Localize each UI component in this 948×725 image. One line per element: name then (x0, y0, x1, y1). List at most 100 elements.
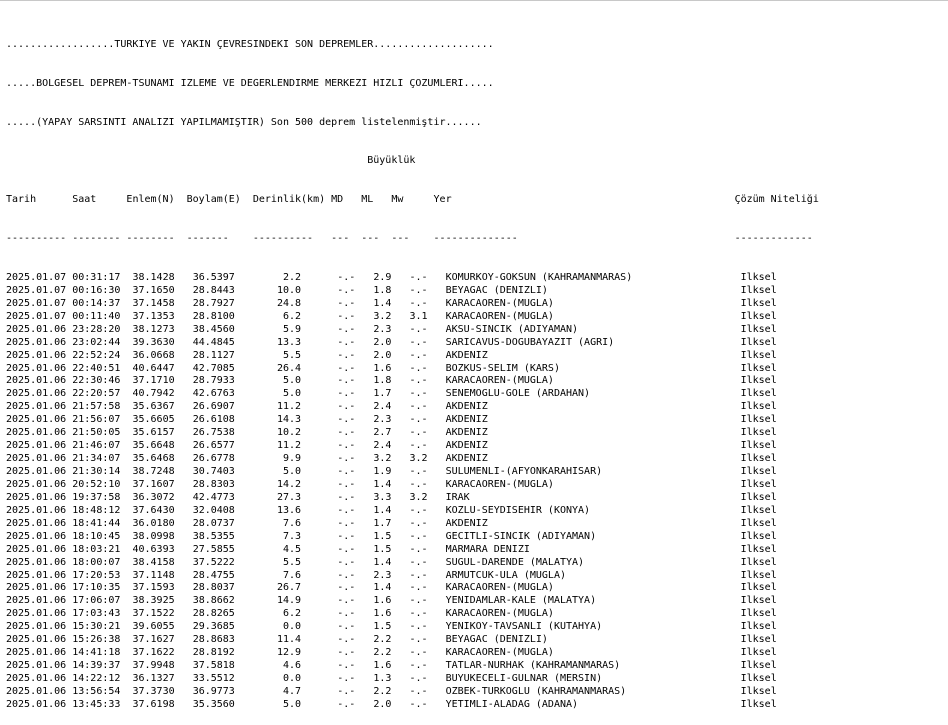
cell-ml: 2.0 (373, 698, 392, 710)
cell-ml: 3.2 (373, 310, 392, 322)
cell-mw: -.- (409, 466, 428, 478)
cell-mw: -.- (409, 271, 428, 283)
cell-md: -.- (337, 504, 356, 516)
table-row: 2025.01.06 22:20:57 40.7942 42.6763 5.0 … (6, 388, 946, 401)
cell-date: 2025.01.06 (6, 478, 67, 490)
cell-md: -.- (337, 660, 356, 672)
cell-depth: 5.5 (234, 556, 302, 568)
cell-time: 21:30:14 (72, 466, 121, 478)
cell-ml: 1.5 (373, 543, 392, 555)
cell-md: -.- (337, 478, 356, 490)
table-row: 2025.01.07 00:31:17 38.1428 36.5397 2.2 … (6, 272, 946, 285)
cell-depth: 6.2 (234, 608, 302, 620)
cell-lat: 38.3925 (132, 595, 175, 607)
cell-time: 13:56:54 (72, 685, 121, 697)
cell-date: 2025.01.06 (6, 491, 67, 503)
cell-place: BOZKUS-SELIM (KARS) (445, 362, 741, 374)
cell-time: 21:50:05 (72, 427, 121, 439)
cell-time: 14:39:37 (72, 660, 121, 672)
table-row: 2025.01.06 14:22:12 36.1327 33.5512 0.0 … (6, 673, 946, 686)
table-row: 2025.01.07 00:14:37 37.1458 28.7927 24.8… (6, 298, 946, 311)
cell-place: IRAK (445, 491, 741, 503)
cell-mw: -.- (409, 427, 428, 439)
cell-mw: -.- (409, 595, 428, 607)
cell-date: 2025.01.06 (6, 634, 67, 646)
cell-md: -.- (337, 698, 356, 710)
cell-place: AKDENIZ (445, 414, 741, 426)
col-header-lat: Enlem(N) (126, 194, 187, 206)
cell-date: 2025.01.06 (6, 517, 67, 529)
cell-md: -.- (337, 375, 356, 387)
cell-depth: 13.6 (234, 504, 302, 516)
cell-lat: 40.6447 (132, 362, 175, 374)
table-row: 2025.01.06 15:30:21 39.6055 29.3685 0.0 … (6, 621, 946, 634)
cell-depth: 0.0 (234, 673, 302, 685)
cell-lon: 28.8443 (192, 284, 235, 296)
cell-ml: 2.3 (373, 414, 392, 426)
cell-date: 2025.01.06 (6, 556, 67, 568)
cell-depth: 5.5 (234, 349, 302, 361)
cell-md: -.- (337, 271, 356, 283)
cell-date: 2025.01.06 (6, 608, 67, 620)
cell-time: 21:57:58 (72, 401, 121, 413)
cell-mw: -.- (409, 323, 428, 335)
cell-ml: 2.3 (373, 569, 392, 581)
separator-quality: ------------- (734, 233, 813, 245)
cell-lat: 37.1458 (132, 297, 175, 309)
cell-mw: 3.1 (409, 310, 428, 322)
cell-lat: 36.0180 (132, 517, 175, 529)
cell-lon: 30.7403 (192, 466, 235, 478)
cell-lat: 40.7942 (132, 388, 175, 400)
cell-mw: -.- (409, 621, 428, 633)
cell-lat: 37.1593 (132, 582, 175, 594)
cell-time: 20:52:10 (72, 478, 121, 490)
cell-mw: -.- (409, 569, 428, 581)
cell-md: -.- (337, 427, 356, 439)
cell-ml: 1.9 (373, 466, 392, 478)
table-row: 2025.01.06 22:30:46 37.1710 28.7933 5.0 … (6, 375, 946, 388)
cell-depth: 4.7 (234, 685, 302, 697)
cell-lat: 36.3072 (132, 491, 175, 503)
cell-lat: 37.3730 (132, 685, 175, 697)
cell-quality: İlksel (740, 362, 777, 374)
cell-mw: -.- (409, 517, 428, 529)
cell-place: KOMURKOY-GOKSUN (KAHRAMANMARAS) (445, 271, 741, 283)
cell-ml: 2.0 (373, 336, 392, 348)
cell-quality: İlksel (740, 271, 777, 283)
cell-lat: 37.1710 (132, 375, 175, 387)
cell-lat: 37.1650 (132, 284, 175, 296)
cell-ml: 2.9 (373, 271, 392, 283)
cell-quality: İlksel (740, 388, 777, 400)
cell-lon: 26.6577 (192, 440, 235, 452)
cell-md: -.- (337, 466, 356, 478)
cell-depth: 5.9 (234, 323, 302, 335)
header-line-2: .....BÖLGESEL DEPREM-TSUNAMİ İZLEME VE D… (6, 77, 494, 89)
table-row: 2025.01.06 22:40:51 40.6447 42.7085 26.4… (6, 363, 946, 376)
table-row: 2025.01.06 14:39:37 37.9948 37.5818 4.6 … (6, 660, 946, 673)
cell-lon: 26.6108 (192, 414, 235, 426)
cell-lat: 38.7248 (132, 466, 175, 478)
cell-time: 17:06:07 (72, 595, 121, 607)
cell-date: 2025.01.06 (6, 647, 67, 659)
cell-quality: İlksel (740, 466, 777, 478)
cell-lon: 28.4755 (192, 569, 235, 581)
cell-lon: 42.4773 (192, 491, 235, 503)
cell-quality: İlksel (740, 310, 777, 322)
cell-lon: 33.5512 (192, 673, 235, 685)
cell-depth: 7.6 (234, 569, 302, 581)
cell-quality: İlksel (740, 323, 777, 335)
cell-ml: 2.4 (373, 401, 392, 413)
cell-lat: 38.1428 (132, 271, 175, 283)
cell-quality: İlksel (740, 297, 777, 309)
cell-place: ARMUTCUK-ULA (MUGLA) (445, 569, 741, 581)
cell-mw: 3.2 (409, 491, 428, 503)
table-row: 2025.01.06 21:46:07 35.6648 26.6577 11.2… (6, 440, 946, 453)
cell-depth: 11.4 (234, 634, 302, 646)
cell-lon: 28.8100 (192, 310, 235, 322)
cell-md: -.- (337, 556, 356, 568)
cell-depth: 5.0 (234, 375, 302, 387)
cell-date: 2025.01.06 (6, 401, 67, 413)
table-row: 2025.01.06 21:50:05 35.6157 26.7538 10.2… (6, 427, 946, 440)
table-row: 2025.01.06 21:34:07 35.6468 26.6778 9.9 … (6, 453, 946, 466)
cell-place: SULUMENLI-(AFYONKARAHISAR) (445, 466, 741, 478)
